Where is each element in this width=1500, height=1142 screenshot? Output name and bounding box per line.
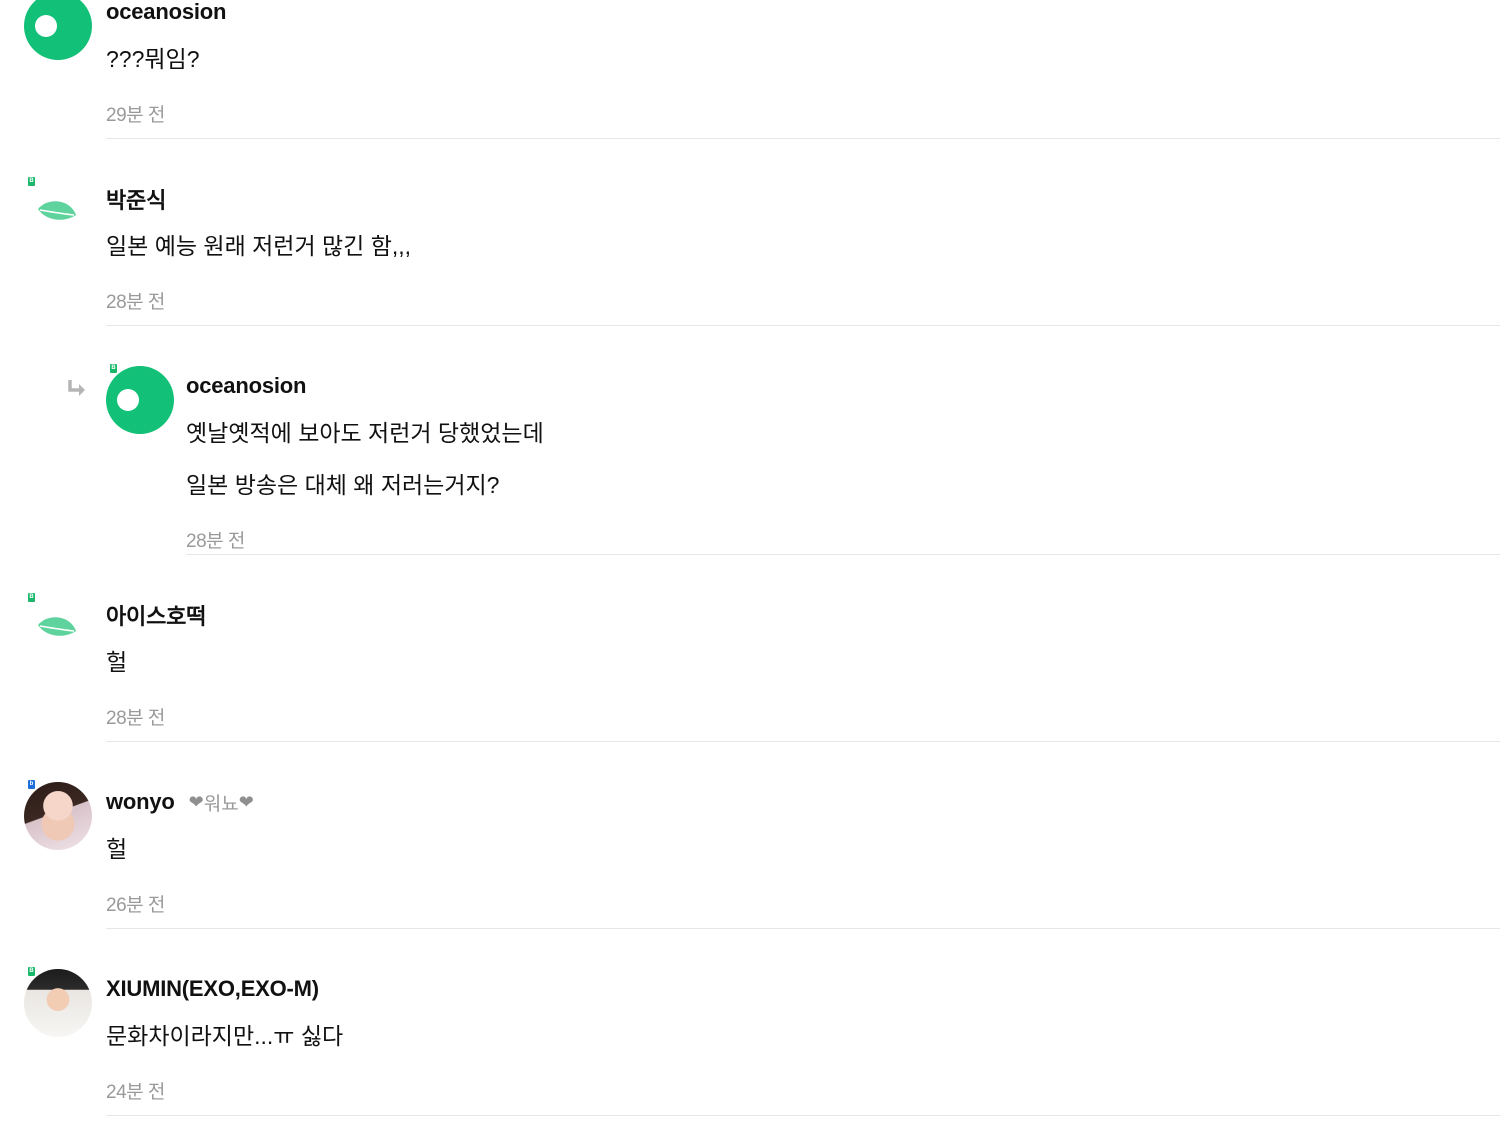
avatar[interactable]: B bbox=[24, 177, 92, 247]
comment-body: 아이스호떡 헐 28분 전 bbox=[106, 601, 1500, 730]
user-tag: ❤ 워뇨 ❤ bbox=[189, 789, 254, 816]
comment-time: 28분 전 bbox=[186, 531, 245, 552]
comment-author[interactable]: oceanosion bbox=[186, 373, 306, 399]
level-badge-icon: b bbox=[28, 780, 35, 789]
comment-text: 옛날옛적에 보아도 저런거 당했었는데 bbox=[186, 420, 544, 446]
comment-item: B 아이스호떡 헐 28분 전 bbox=[0, 581, 1500, 768]
comment-body: oceanosion ???뭐임? 29분 전 bbox=[106, 0, 1500, 127]
comment-body: oceanosion 옛날옛적에 보아도 저런거 당했었는데 일본 방송은 대체… bbox=[186, 372, 1500, 553]
leaf-icon bbox=[24, 179, 92, 247]
avatar[interactable]: B bbox=[24, 593, 92, 663]
comment-text: ???뭐임? bbox=[106, 46, 200, 72]
heart-icon: ❤ bbox=[188, 791, 204, 812]
comment-item: b wonyo ❤ 워뇨 ❤ 헐 26분 전 bbox=[0, 768, 1500, 955]
heart-icon: ❤ bbox=[238, 791, 254, 812]
level-badge-icon: B bbox=[28, 967, 35, 976]
reply-arrow-icon bbox=[66, 378, 88, 398]
comment-body: wonyo ❤ 워뇨 ❤ 헐 26분 전 bbox=[106, 788, 1500, 917]
comment-item: B XIUMIN(EXO,EXO-M) 문화차이라지만...ㅠ 싫다 24분 전 bbox=[0, 955, 1500, 1142]
comment-text: 헐 bbox=[106, 649, 128, 675]
profile-photo bbox=[24, 969, 92, 1037]
avatar[interactable]: B bbox=[24, 967, 92, 1037]
comment-text: 일본 방송은 대체 왜 저러는거지? bbox=[186, 472, 500, 498]
comment-author[interactable]: wonyo bbox=[106, 789, 175, 815]
user-tag-text: 워뇨 bbox=[203, 793, 239, 815]
divider bbox=[106, 325, 1500, 326]
comment-text: 헐 bbox=[106, 836, 128, 862]
comment-body: XIUMIN(EXO,EXO-M) 문화차이라지만...ㅠ 싫다 24분 전 bbox=[106, 975, 1500, 1104]
divider bbox=[186, 554, 1500, 555]
level-badge-icon: B bbox=[28, 593, 35, 602]
avatar[interactable]: b bbox=[24, 780, 92, 850]
divider bbox=[106, 138, 1500, 139]
comment-author[interactable]: 박준식 bbox=[106, 183, 166, 215]
comment-time: 24분 전 bbox=[106, 1082, 165, 1103]
comment-item: B 박준식 일본 예능 원래 저런거 많긴 함,,, 28분 전 bbox=[0, 165, 1500, 352]
comment-time: 29분 전 bbox=[106, 105, 165, 126]
comment-thread: B oceanosion ???뭐임? 29분 전 B 박준식 일 bbox=[0, 0, 1500, 1142]
profile-photo bbox=[24, 782, 92, 850]
comment-item: B oceanosion ???뭐임? 29분 전 bbox=[0, 0, 1500, 165]
avatar[interactable]: B bbox=[106, 364, 174, 434]
avatar[interactable]: B bbox=[24, 0, 92, 60]
comment-body: 박준식 일본 예능 원래 저런거 많긴 함,,, 28분 전 bbox=[106, 185, 1500, 314]
divider bbox=[106, 928, 1500, 929]
comment-text: 문화차이라지만...ㅠ 싫다 bbox=[106, 1023, 344, 1049]
comment-time: 28분 전 bbox=[106, 292, 165, 313]
comment-author[interactable]: oceanosion bbox=[106, 0, 226, 25]
level-badge-icon: B bbox=[28, 177, 35, 186]
default-avatar-icon bbox=[106, 366, 174, 434]
comment-text: 일본 예능 원래 저런거 많긴 함,,, bbox=[106, 233, 412, 259]
divider bbox=[106, 741, 1500, 742]
comment-author[interactable]: XIUMIN(EXO,EXO-M) bbox=[106, 976, 319, 1002]
level-badge-icon: B bbox=[110, 364, 117, 373]
reply-item: B oceanosion 옛날옛적에 보아도 저런거 당했었는데 일본 방송은 … bbox=[0, 352, 1500, 581]
comment-time: 28분 전 bbox=[106, 708, 165, 729]
default-avatar-icon bbox=[24, 0, 92, 60]
comment-time: 26분 전 bbox=[106, 895, 165, 916]
leaf-icon bbox=[24, 595, 92, 663]
comment-author[interactable]: 아이스호떡 bbox=[106, 599, 206, 631]
